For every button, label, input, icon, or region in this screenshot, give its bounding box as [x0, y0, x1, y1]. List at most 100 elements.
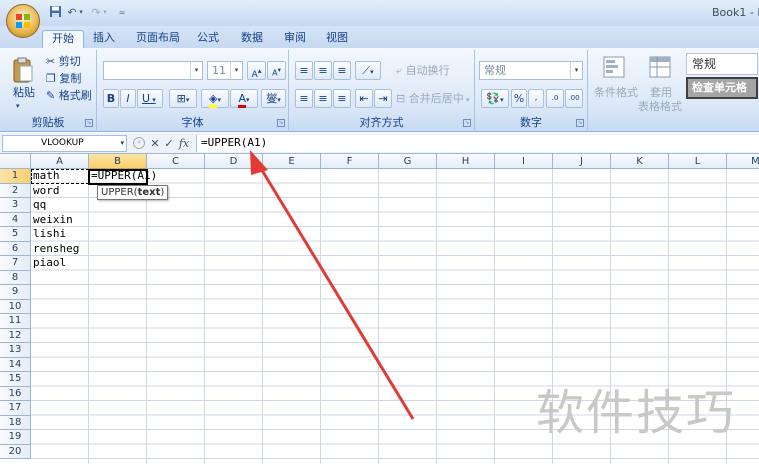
- customize-qat-icon[interactable]: =: [117, 5, 127, 20]
- cell-a5[interactable]: lishi: [31, 227, 66, 242]
- row-header-5[interactable]: 5: [0, 227, 31, 242]
- grow-font-button[interactable]: A▴: [247, 61, 266, 80]
- row-header-9[interactable]: 9: [0, 285, 31, 300]
- font-size-combo[interactable]: 11 ▾: [207, 61, 243, 80]
- row-header-18[interactable]: 18: [0, 415, 31, 430]
- row-header-15[interactable]: 15: [0, 372, 31, 387]
- borders-button[interactable]: ⊞▾: [169, 89, 197, 108]
- decrease-decimal-icon[interactable]: .00: [565, 89, 583, 108]
- tab-insert[interactable]: 插入: [84, 30, 124, 48]
- column-header-k[interactable]: K: [611, 154, 669, 169]
- cell-a3[interactable]: qq: [31, 198, 46, 213]
- paste-icon[interactable]: [12, 56, 34, 86]
- tab-formulas[interactable]: 公式: [188, 30, 228, 48]
- row-header-16[interactable]: 16: [0, 386, 31, 401]
- row-header-11[interactable]: 11: [0, 314, 31, 329]
- column-header-e[interactable]: E: [263, 154, 321, 169]
- align-right-icon[interactable]: ≡: [333, 89, 351, 108]
- increase-decimal-icon[interactable]: .0: [546, 89, 564, 108]
- row-header-4[interactable]: 4: [0, 212, 31, 227]
- align-top-icon[interactable]: ≡: [295, 61, 313, 80]
- row-header-12[interactable]: 12: [0, 328, 31, 343]
- row-header-10[interactable]: 10: [0, 299, 31, 314]
- row-header-14[interactable]: 14: [0, 357, 31, 372]
- increase-indent-icon[interactable]: ⇥: [374, 89, 392, 108]
- column-header-g[interactable]: G: [379, 154, 437, 169]
- column-header-j[interactable]: J: [553, 154, 611, 169]
- format-painter-button[interactable]: ✎ 格式刷: [46, 87, 92, 104]
- orientation-icon[interactable]: ⟋▾: [355, 61, 381, 80]
- number-launcher-icon[interactable]: ↘: [576, 119, 584, 127]
- select-all-corner[interactable]: [0, 154, 31, 169]
- column-header-b[interactable]: B: [89, 154, 147, 169]
- clipboard-launcher-icon[interactable]: ↘: [85, 119, 93, 127]
- conditional-formatting-button[interactable]: 条件格式: [594, 84, 638, 101]
- font-name-combo[interactable]: ▾: [103, 61, 203, 80]
- row-header-1[interactable]: 1: [0, 169, 31, 184]
- bold-button[interactable]: B: [103, 89, 119, 108]
- cell-a6[interactable]: rensheg: [31, 242, 79, 257]
- alignment-launcher-icon[interactable]: ↘: [463, 119, 471, 127]
- save-icon[interactable]: [47, 5, 63, 20]
- column-header-h[interactable]: H: [437, 154, 495, 169]
- row-header-8[interactable]: 8: [0, 270, 31, 285]
- redo-dropdown-icon[interactable]: ▾: [101, 5, 109, 20]
- undo-dropdown-icon[interactable]: ▾: [77, 5, 85, 20]
- font-color-button[interactable]: A▾: [230, 89, 258, 108]
- enter-icon[interactable]: ✓: [162, 136, 176, 151]
- formula-input[interactable]: =UPPER(A1): [196, 135, 759, 152]
- shrink-font-button[interactable]: A▾: [267, 61, 286, 80]
- wrap-text-button[interactable]: ⤶ 自动换行: [396, 62, 450, 79]
- underline-button[interactable]: U ▾: [137, 89, 163, 108]
- accounting-format-icon[interactable]: 💱▾: [481, 89, 509, 108]
- office-button[interactable]: [6, 4, 40, 38]
- row-header-6[interactable]: 6: [0, 241, 31, 256]
- number-format-combo[interactable]: 常规 ▾: [479, 61, 583, 80]
- tab-view[interactable]: 视图: [317, 30, 357, 48]
- conditional-formatting-icon[interactable]: [602, 55, 626, 79]
- cut-button[interactable]: ✂ 剪切: [46, 53, 81, 70]
- cell-a2[interactable]: word: [31, 184, 60, 199]
- copy-button[interactable]: ❐ 复制: [46, 70, 81, 87]
- cell-style-check[interactable]: 检查单元格: [686, 77, 758, 99]
- cell-a4[interactable]: weixin: [31, 213, 73, 228]
- name-box[interactable]: VLOOKUP ▾: [2, 135, 127, 152]
- tab-page-layout[interactable]: 页面布局: [127, 30, 189, 48]
- column-header-f[interactable]: F: [321, 154, 379, 169]
- cell-a7[interactable]: piaol: [31, 256, 66, 271]
- font-launcher-icon[interactable]: ↘: [277, 119, 285, 127]
- tab-review[interactable]: 审阅: [275, 30, 315, 48]
- row-header-2[interactable]: 2: [0, 183, 31, 198]
- row-header-7[interactable]: 7: [0, 256, 31, 271]
- align-center-icon[interactable]: ≡: [314, 89, 332, 108]
- column-header-m[interactable]: M: [727, 154, 759, 169]
- merge-center-button[interactable]: ⊟ 合并后居中 ▾: [396, 90, 469, 107]
- formula-bar-collapse-icon[interactable]: ◦: [133, 137, 145, 149]
- column-header-a[interactable]: A: [31, 154, 89, 169]
- comma-style-icon[interactable]: ,: [528, 89, 544, 108]
- column-header-l[interactable]: L: [669, 154, 727, 169]
- decrease-indent-icon[interactable]: ⇤: [355, 89, 373, 108]
- insert-function-icon[interactable]: fx: [177, 136, 191, 151]
- tab-home[interactable]: 开始: [42, 30, 84, 48]
- cell-style-normal[interactable]: 常规: [686, 53, 758, 75]
- paste-dropdown-icon[interactable]: ▾: [16, 98, 20, 115]
- row-header-13[interactable]: 13: [0, 343, 31, 358]
- italic-button[interactable]: I: [120, 89, 136, 108]
- column-header-i[interactable]: I: [495, 154, 553, 169]
- tab-data[interactable]: 数据: [232, 30, 272, 48]
- phonetic-button[interactable]: 燮▾: [261, 89, 286, 108]
- fill-color-button[interactable]: ◈▾: [201, 89, 229, 108]
- cancel-icon[interactable]: ✕: [148, 136, 162, 151]
- row-header-17[interactable]: 17: [0, 401, 31, 416]
- percent-button[interactable]: %: [511, 89, 527, 108]
- row-header-20[interactable]: 20: [0, 444, 31, 459]
- align-left-icon[interactable]: ≡: [295, 89, 313, 108]
- align-middle-icon[interactable]: ≡: [314, 61, 332, 80]
- column-header-c[interactable]: C: [147, 154, 205, 169]
- column-header-d[interactable]: D: [205, 154, 263, 169]
- row-header-3[interactable]: 3: [0, 198, 31, 213]
- align-bottom-icon[interactable]: ≡: [333, 61, 351, 80]
- row-header-19[interactable]: 19: [0, 430, 31, 445]
- format-as-table-icon[interactable]: [648, 55, 672, 79]
